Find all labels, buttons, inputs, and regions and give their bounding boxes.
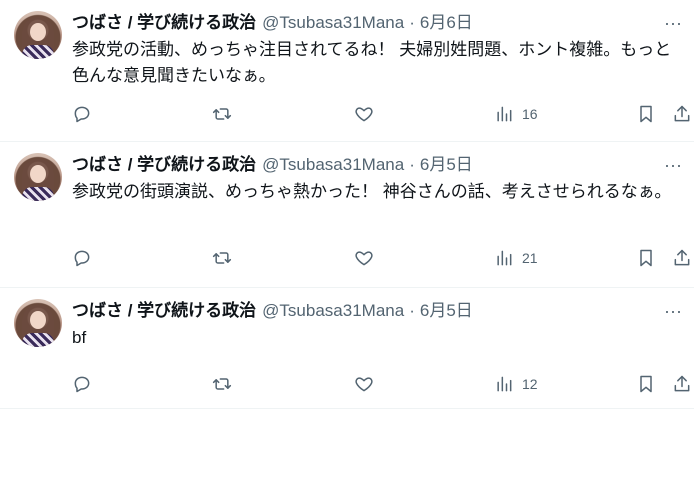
view-count: 12 bbox=[522, 376, 538, 392]
bookmark-icon bbox=[640, 375, 652, 393]
author-name[interactable]: つばさ / 学び続ける政治 bbox=[72, 12, 256, 34]
heart-icon bbox=[355, 251, 373, 266]
heart-icon bbox=[355, 107, 373, 122]
view-count: 16 bbox=[522, 106, 538, 122]
bookmark-button[interactable] bbox=[636, 372, 656, 396]
bookmark-icon bbox=[640, 105, 652, 123]
retweet-icon bbox=[212, 252, 232, 264]
tweet-date[interactable]: 6月6日 bbox=[420, 12, 473, 34]
reply-button[interactable] bbox=[72, 372, 92, 396]
tweet-actions: 12 bbox=[72, 372, 690, 396]
like-button[interactable] bbox=[354, 246, 374, 270]
tweet-header: つばさ / 学び続ける政治 @Tsubasa31Mana · 6月5日 bbox=[72, 154, 473, 176]
reply-button[interactable] bbox=[72, 102, 92, 126]
tweet-text: 参政党の街頭演説、めっちゃ熱かった！ 神谷さんの話、考えさせられるなぁ。 bbox=[72, 182, 672, 201]
retweet-icon bbox=[212, 378, 232, 390]
bookmark-button[interactable] bbox=[636, 246, 656, 270]
tweet-header: つばさ / 学び続ける政治 @Tsubasa31Mana · 6月5日 bbox=[72, 300, 473, 322]
tweet[interactable]: つばさ / 学び続ける政治 @Tsubasa31Mana · 6月5日 ··· … bbox=[0, 142, 694, 288]
view-count: 21 bbox=[522, 250, 538, 266]
avatar[interactable] bbox=[14, 153, 62, 201]
views-chart-icon bbox=[497, 376, 512, 392]
tweet-date[interactable]: 6月5日 bbox=[420, 154, 473, 176]
author-name[interactable]: つばさ / 学び続ける政治 bbox=[72, 300, 256, 322]
avatar[interactable] bbox=[14, 299, 62, 347]
tweet[interactable]: つばさ / 学び続ける政治 @Tsubasa31Mana · 6月6日 ··· … bbox=[0, 0, 694, 142]
retweet-button[interactable] bbox=[212, 246, 232, 270]
author-handle[interactable]: @Tsubasa31Mana bbox=[262, 300, 404, 322]
author-name[interactable]: つばさ / 学び続ける政治 bbox=[72, 154, 256, 176]
separator-dot: · bbox=[409, 13, 415, 32]
share-button[interactable] bbox=[672, 246, 692, 270]
separator-dot: · bbox=[409, 155, 415, 174]
heart-icon bbox=[355, 377, 373, 392]
bookmark-icon bbox=[640, 249, 652, 267]
reply-icon bbox=[74, 106, 90, 123]
share-icon bbox=[674, 249, 690, 266]
share-button[interactable] bbox=[672, 372, 692, 396]
share-icon bbox=[674, 375, 690, 392]
tweet-actions: 16 bbox=[72, 102, 690, 126]
reply-icon bbox=[74, 376, 90, 393]
timeline-feed: つばさ / 学び続ける政治 @Tsubasa31Mana · 6月6日 ··· … bbox=[0, 0, 694, 409]
tweet-text: 参政党の活動、めっちゃ注目されてるね！ 夫婦別姓問題、ホント複雑。もっと色んな意… bbox=[72, 40, 672, 85]
author-handle[interactable]: @Tsubasa31Mana bbox=[262, 154, 404, 176]
share-button[interactable] bbox=[672, 102, 692, 126]
tweet[interactable]: つばさ / 学び続ける政治 @Tsubasa31Mana · 6月5日 ··· … bbox=[0, 288, 694, 409]
views-chart-icon bbox=[497, 250, 512, 266]
author-handle[interactable]: @Tsubasa31Mana bbox=[262, 12, 404, 34]
more-options-icon[interactable]: ··· bbox=[662, 154, 684, 176]
views-button[interactable]: 21 bbox=[494, 246, 538, 270]
reply-icon bbox=[74, 250, 90, 267]
views-button[interactable]: 12 bbox=[494, 372, 538, 396]
tweet-actions: 21 bbox=[72, 246, 690, 270]
more-options-icon[interactable]: ··· bbox=[662, 300, 684, 322]
reply-button[interactable] bbox=[72, 246, 92, 270]
tweet-text: bf bbox=[72, 328, 87, 347]
retweet-button[interactable] bbox=[212, 372, 232, 396]
retweet-icon bbox=[212, 108, 232, 120]
share-icon bbox=[674, 105, 690, 122]
views-chart-icon bbox=[497, 106, 512, 122]
separator-dot: · bbox=[409, 301, 415, 320]
retweet-button[interactable] bbox=[212, 102, 232, 126]
like-button[interactable] bbox=[354, 372, 374, 396]
like-button[interactable] bbox=[354, 102, 374, 126]
tweet-date[interactable]: 6月5日 bbox=[420, 300, 473, 322]
tweet-header: つばさ / 学び続ける政治 @Tsubasa31Mana · 6月6日 bbox=[72, 12, 473, 34]
avatar[interactable] bbox=[14, 11, 62, 59]
bookmark-button[interactable] bbox=[636, 102, 656, 126]
more-options-icon[interactable]: ··· bbox=[662, 12, 684, 34]
views-button[interactable]: 16 bbox=[494, 102, 538, 126]
